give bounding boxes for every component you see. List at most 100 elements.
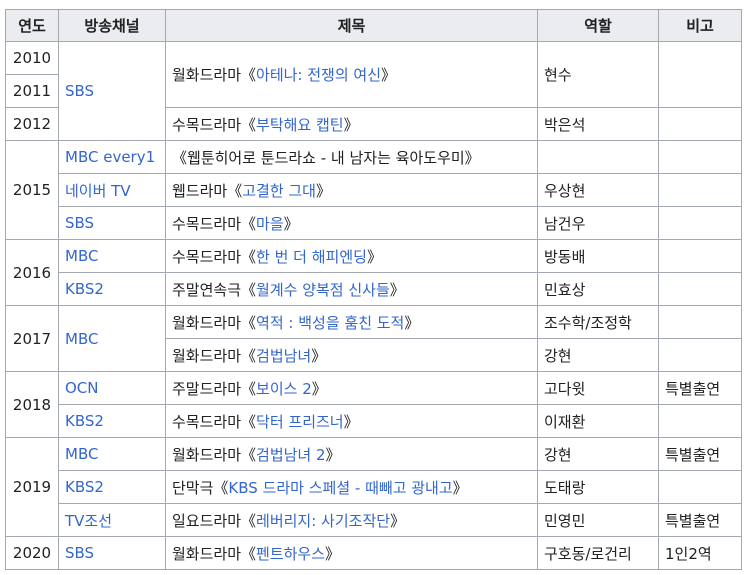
channel-cell: SBS [58,206,166,240]
title-open-bracket: 《 [241,346,257,365]
note-cell: 특별출연 [658,437,742,471]
year-cell: 2019 [5,437,59,537]
table-row: TV조선 일요드라마《레버리지: 사기조작단》 민영민 특별출연 [6,503,742,537]
channel-link[interactable]: KBS2 [65,478,104,496]
title-prefix: 월화드라마 [172,544,242,563]
note-cell [658,41,742,108]
channel-link[interactable]: OCN [65,379,99,397]
channel-link[interactable]: MBC every1 [65,148,155,166]
title-link[interactable]: KBS 드라마 스페셜 - 때빼고 광내고 [228,479,452,497]
note-cell [658,206,742,240]
title-prefix: 월화드라마 [172,445,242,464]
channel-link[interactable]: MBC [65,445,98,463]
table-header-row: 연도 방송채널 제목 역할 비고 [5,9,742,42]
channel-link[interactable]: MBC [65,330,98,348]
title-prefix: 단막극 [172,478,214,497]
role-cell: 강현 [537,437,659,471]
title-cell: 월화드라마《검법남녀 2》 [165,437,538,471]
note-cell [658,107,742,141]
channel-link[interactable]: SBS [65,544,94,562]
table-row: 2015 MBC every1 《웹툰히어로 툰드라쇼 - 내 남자는 육아도우… [5,140,742,240]
title-open-bracket: 《 [241,66,257,84]
title-prefix: 수목드라마 [172,115,242,134]
channel-link[interactable]: SBS [65,82,94,100]
title-link[interactable]: 닥터 프리즈너 [256,413,344,431]
table-row: 2016 MBC 수목드라마《한 번 더 해피엔딩》 방동배 [5,239,742,306]
table-row: 2020 SBS 월화드라마《펜트하우스》 구호동/로건리 1인2역 [5,536,742,570]
title-open-bracket: 《 [213,478,229,497]
title-prefix: 주말연속극 [172,280,242,299]
title-cell: 《웹툰히어로 툰드라쇼 - 내 남자는 육아도우미》 [165,140,538,174]
note-cell [658,239,742,273]
title-link[interactable]: 펜트하우스 [256,545,325,563]
channel-link[interactable]: KBS2 [65,412,104,430]
title-link[interactable]: 검법남녀 2 [256,446,326,464]
title-prefix: 수목드라마 [172,214,242,233]
role-cell [537,140,659,174]
title-link[interactable]: 레버리지: 사기조작단 [256,512,390,530]
title-link[interactable]: 고결한 그대 [242,182,316,200]
year-cell: 2015 [5,140,59,240]
header-channel: 방송채널 [58,9,166,42]
title-open-bracket: 《 [241,280,257,299]
role-cell: 조수학/조정학 [537,305,659,339]
table-row: KBS2 단막극《KBS 드라마 스페셜 - 때빼고 광내고》 도태랑 [6,470,742,504]
role-cell: 구호동/로건리 [537,536,659,570]
title-open-bracket: 《 [227,181,243,200]
note-cell [658,404,742,438]
title-link[interactable]: 보이스 2 [256,380,312,398]
title-open-bracket: 《 [241,115,257,134]
table-row: SBS 수목드라마《마을》 남건우 [6,206,742,240]
title-open-bracket: 《 [241,313,257,332]
title-cell: 수목드라마《부탁해요 캡틴》 [165,107,538,141]
title-close-bracket: 》 [389,280,405,299]
title-open-bracket: 《 [241,214,257,233]
title-close-bracket: 》 [366,247,382,266]
title-cell: 주말연속극《월계수 양복점 신사들》 [165,272,538,306]
title-link[interactable]: 마을 [256,215,284,233]
header-title: 제목 [165,9,538,42]
table-row: KBS2 수목드라마《닥터 프리즈너》 이재환 [6,404,742,438]
note-cell [658,305,742,339]
role-cell: 강현 [537,338,659,372]
note-cell: 특별출연 [658,503,742,537]
channel-cell: OCN [58,371,166,405]
title-link[interactable]: 아테나: 전쟁의 여신 [256,66,381,84]
title-link[interactable]: 부탁해요 캡틴 [256,116,344,134]
channel-cell: TV조선 [58,503,166,537]
title-cell: 주말드라마《보이스 2》 [165,371,538,405]
title-open-bracket: 《 [241,412,257,431]
channel-link[interactable]: 네이버 TV [65,182,131,200]
title-link[interactable]: 역적 : 백성을 훔친 도적 [256,314,404,332]
title-close-bracket: 》 [404,313,420,332]
header-note: 비고 [658,9,742,42]
year-cell: 2010 [5,41,59,75]
title-prefix: 월화드라마 [172,66,242,84]
header-role: 역할 [537,9,659,42]
channel-link[interactable]: SBS [65,214,94,232]
title-cell: 수목드라마《마을》 [165,206,538,240]
title-cell: 웹드라마《고결한 그대》 [165,173,538,207]
title-link[interactable]: 검법남녀 [256,347,311,365]
title-close-bracket: 》 [311,346,327,365]
title-cell: 월화드라마《펜트하우스》 [165,536,538,570]
channel-link[interactable]: KBS2 [65,280,104,298]
year-cell: 2017 [5,305,59,372]
channel-cell: KBS2 [58,470,166,504]
title-prefix: 주말드라마 [172,379,242,398]
channel-cell: MBC [58,239,166,273]
title-cell: 월화드라마《역적 : 백성을 훔친 도적》 [165,305,538,339]
title-link[interactable]: 월계수 양복점 신사들 [256,281,390,299]
title-cell: 단막극《KBS 드라마 스페셜 - 때빼고 광내고》 [165,470,538,504]
note-cell [658,173,742,207]
title-open-bracket: 《 [241,511,257,530]
title-close-bracket: 》 [452,478,468,497]
channel-link[interactable]: TV조선 [65,512,112,530]
channel-link[interactable]: MBC [65,247,98,265]
table-row: 2010 SBS 월화드라마《아테나: 전쟁의 여신》 현수 [5,41,742,141]
title-link[interactable]: 한 번 더 해피엔딩 [256,248,367,266]
role-cell: 고다윗 [537,371,659,405]
year-cell: 2018 [5,371,59,438]
role-cell: 이재환 [537,404,659,438]
table-row: KBS2 주말연속극《월계수 양복점 신사들》 민효상 [6,272,742,306]
